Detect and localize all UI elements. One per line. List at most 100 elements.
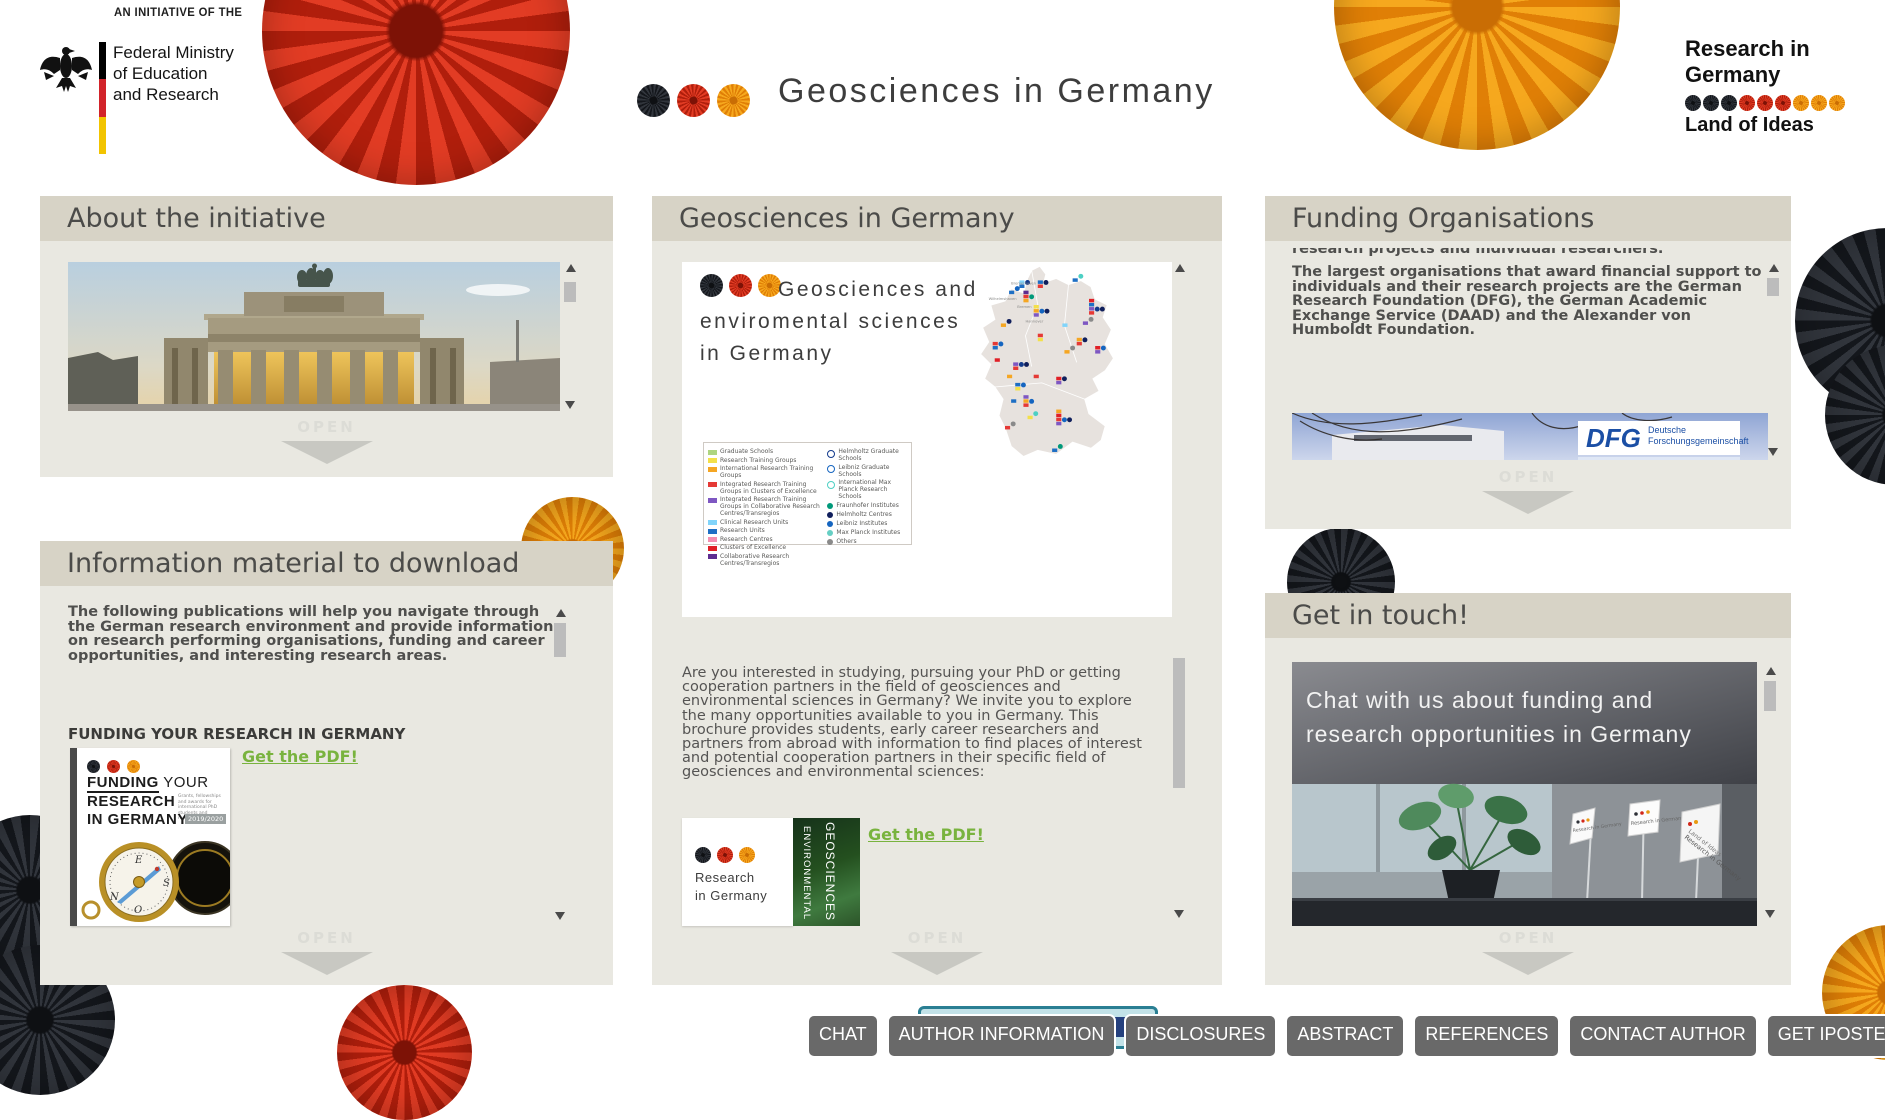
brand-line: Germany [1685,62,1855,88]
open-arrow-icon [281,441,373,464]
germany-map-image: Wilhelmshaven Bremerhaven Bremen Hannover [970,264,1124,469]
panel-funding-organisations: Funding Organisations research projects … [1265,196,1791,529]
open-panel-button[interactable]: OPEN [40,418,613,464]
legend-item: Leibniz Institutes [827,520,907,528]
initiative-label: AN INITIATIVE OF THE [114,5,242,19]
svg-text:Wilhelmshaven: Wilhelmshaven [989,297,1018,301]
open-panel-button[interactable]: OPEN [1265,929,1791,975]
toolbar-button-chat[interactable]: CHAT [807,1014,879,1058]
panel-geosciences: Geosciences in Germany Geosciences and e… [652,196,1222,985]
scrollbar[interactable] [1172,262,1187,920]
scrollbar[interactable] [563,262,578,411]
scroll-down-icon[interactable] [1765,910,1775,918]
get-pdf-link[interactable]: Get the PDF! [868,825,984,844]
scroll-up-icon[interactable] [556,609,566,617]
open-arrow-icon [281,952,373,975]
toolbar-button-disclosures[interactable]: DISCLOSURES [1124,1014,1277,1058]
open-arrow-icon [1482,491,1574,514]
open-panel-button[interactable]: OPEN [1265,468,1791,514]
toolbar-button-abstract[interactable]: ABSTRACT [1285,1014,1405,1058]
red-dahlia-flower-icon [262,0,570,185]
legend-item: International Max Planck Research School… [827,479,907,500]
scroll-up-icon[interactable] [1175,264,1185,272]
legend-item: Others [827,538,907,546]
scroll-thumb[interactable] [1767,278,1779,296]
cover-title-line: IN GERMANY [87,811,188,829]
open-arrow-icon [1482,952,1574,975]
funding-clipped-text: research projects and individual researc… [1292,248,1772,258]
toolbar-button-contact-author[interactable]: CONTACT AUTHOR [1568,1014,1757,1058]
geosciences-body-text: Are you interested in studying, pursuing… [682,666,1160,780]
toolbar-button-author-information[interactable]: AUTHOR INFORMATION [887,1014,1117,1058]
cover-title-word: YOUR [163,774,208,791]
open-label: OPEN [40,929,613,947]
brandenburg-gate-image [68,262,560,411]
title-flower-trio-icon [637,84,750,117]
open-panel-button[interactable]: OPEN [40,929,613,975]
poster-flower-row-icon [700,274,781,297]
open-label: OPEN [652,929,1222,947]
scrollbar[interactable] [1766,262,1781,458]
scroll-thumb[interactable] [1173,658,1185,788]
legend-item: Clinical Research Units [708,519,827,526]
scroll-up-icon[interactable] [566,264,576,272]
ministry-line: Federal Ministry [113,42,234,63]
scroll-down-icon[interactable] [555,912,565,920]
page-title: Geosciences in Germany [778,72,1215,111]
cover-flower-row-icon [87,756,140,775]
scroll-thumb[interactable] [554,623,566,657]
scroll-thumb[interactable] [564,282,576,302]
ministry-line: of Education [113,63,234,84]
funding-brochure-cover-image: FUNDING YOUR RESEARCH Grants, fellowship… [70,748,230,926]
ministry-line: and Research [113,84,234,105]
legend-item: Leibniz Graduate Schools [827,464,907,478]
dfg-building-image: DFG Deutsche Forschungsgemeinschaft [1292,413,1768,460]
card-text-line: in Germany [695,888,767,903]
red-dahlia-flower-icon [337,985,472,1120]
legend-item: Integrated Research Training Groups in C… [708,496,827,517]
legend-item: Research Centres [708,536,827,543]
cover-edition-badge: 2019/2020 [185,814,226,824]
panel-title: Information material to download [40,541,613,586]
legend-item: Helmholtz Graduate Schools [827,448,907,462]
scroll-down-icon[interactable] [1768,448,1778,456]
scroll-thumb[interactable] [1764,681,1776,711]
brand-tagline: Land of Ideas [1685,114,1855,137]
geosciences-poster-image: Geosciences and enviromental sciences in… [682,262,1172,617]
scroll-down-icon[interactable] [565,401,575,409]
panel-title: Get in touch! [1265,593,1791,638]
toolbar-button-get-iposter[interactable]: GET IPOSTER [1766,1014,1885,1058]
panel-title: Geosciences in Germany [652,196,1222,241]
svg-text:Bremen: Bremen [1017,305,1032,309]
open-label: OPEN [1265,929,1791,947]
compass-image: E S O N [77,832,230,925]
svg-text:Hannover: Hannover [1025,319,1043,323]
open-panel-button[interactable]: OPEN [652,929,1222,975]
toolbar-button-references[interactable]: REFERENCES [1413,1014,1560,1058]
legend-item: Integrated Research Training Groups in C… [708,481,827,495]
card-text-line: Research [695,870,755,885]
svg-text:S: S [163,878,170,889]
card-flower-row-icon [695,844,755,863]
legend-item: Research Training Groups [708,457,827,464]
downloads-section-heading: FUNDING YOUR RESEARCH IN GERMANY [68,727,405,742]
cover-title-line: RESEARCH [87,793,175,811]
scrollbar[interactable] [1763,665,1778,920]
legend-item: Max Planck Institutes [827,529,907,537]
bottom-toolbar: CHATAUTHOR INFORMATIONDISCLOSURESABSTRAC… [807,1014,1885,1058]
svg-text:research opportunities in Germ: research opportunities in Germany [1306,721,1692,747]
panel-information-material: Information material to download The fol… [40,541,613,985]
get-pdf-link[interactable]: Get the PDF! [242,747,358,766]
panel-title: Funding Organisations [1265,196,1791,241]
card-vertical-word: GEOSCIENCES [823,822,837,921]
panel-get-in-touch: Get in touch! Chat with us about funding… [1265,593,1791,985]
orange-dahlia-flower-icon [1334,0,1620,150]
svg-text:Forschungsgemeinschaft: Forschungsgemeinschaft [1648,436,1749,446]
legend-item: Graduate Schools [708,448,827,455]
scrollbar[interactable] [553,607,568,922]
map-legend: Graduate Schools Research Training Groups… [703,442,912,545]
scroll-up-icon[interactable] [1769,264,1779,272]
scroll-up-icon[interactable] [1766,667,1776,675]
scroll-down-icon[interactable] [1174,910,1184,918]
svg-text:Bremerhaven: Bremerhaven [1011,282,1036,286]
